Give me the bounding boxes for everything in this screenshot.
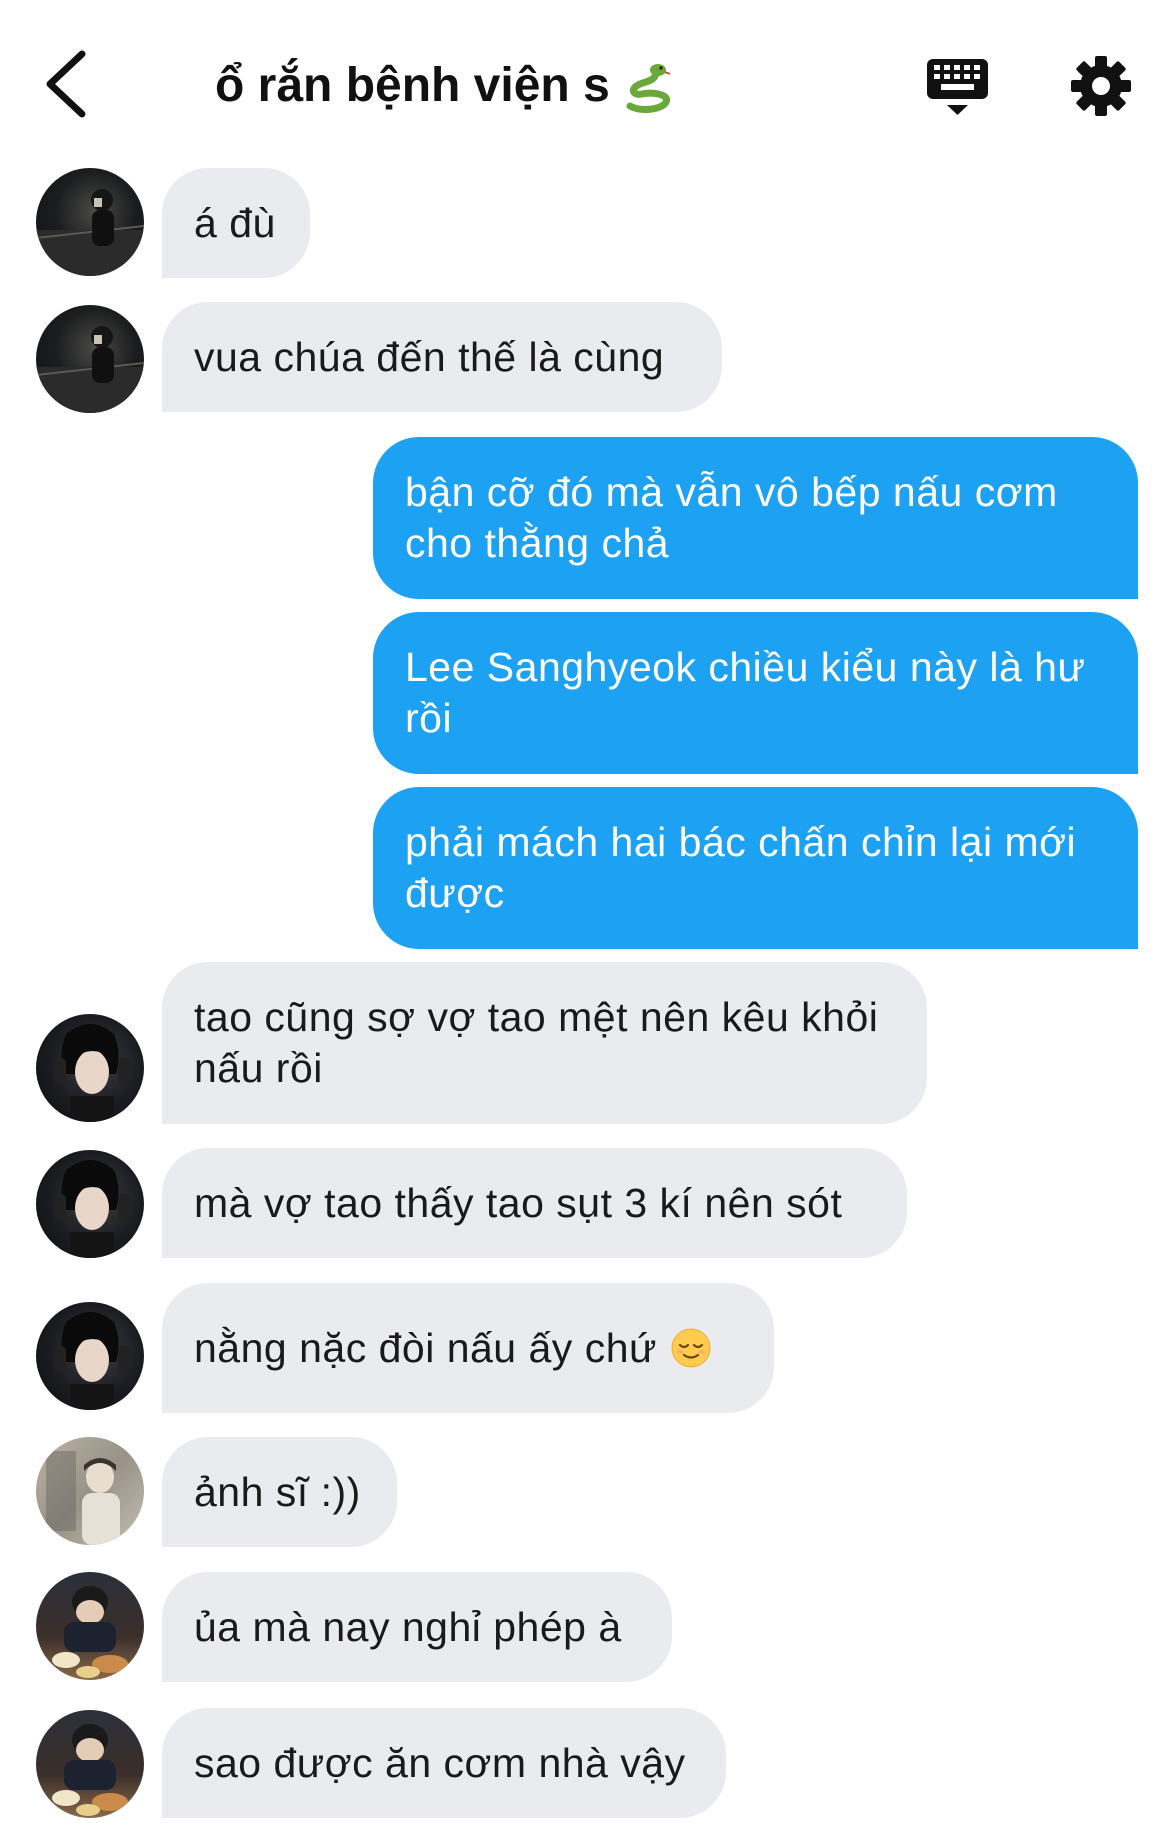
message-text: ủa mà nay nghỉ phép à bbox=[194, 1603, 622, 1650]
avatar[interactable] bbox=[36, 1014, 144, 1122]
avatar[interactable] bbox=[36, 1437, 144, 1545]
message-text: phải mách hai bác chấn chỉn lại mới được bbox=[405, 819, 1077, 916]
chat-header: ổ rắn bệnh viện s bbox=[0, 0, 1170, 150]
chat-screen: ổ rắn bệnh viện s á đù vua chúa đến thế … bbox=[0, 0, 1170, 1823]
message-bubble[interactable]: sao được ăn cơm nhà vậy bbox=[162, 1708, 726, 1818]
snake-icon bbox=[622, 62, 674, 114]
chat-title-text: ổ rắn bệnh viện s bbox=[215, 59, 610, 112]
avatar[interactable] bbox=[36, 1150, 144, 1258]
avatar[interactable] bbox=[36, 305, 144, 413]
message-bubble[interactable]: á đù bbox=[162, 168, 310, 278]
message-bubble-outgoing[interactable]: bận cỡ đó mà vẫn vô bếp nấu cơm cho thằn… bbox=[373, 437, 1138, 599]
message-bubble[interactable]: vua chúa đến thế là cùng bbox=[162, 302, 722, 412]
gear-icon bbox=[1071, 56, 1131, 116]
message-text: sao được ăn cơm nhà vậy bbox=[194, 1739, 686, 1786]
message-bubble[interactable]: ảnh sĩ :)) bbox=[162, 1437, 397, 1547]
message-text: nằng nặc đòi nấu ấy chứ bbox=[194, 1324, 657, 1371]
message-text: á đù bbox=[194, 199, 276, 246]
chevron-left-icon bbox=[46, 50, 86, 118]
back-button[interactable] bbox=[38, 48, 94, 120]
chat-title: ổ rắn bệnh viện s bbox=[215, 58, 674, 114]
message-text: Lee Sanghyeok chiều kiểu này là hư rồi bbox=[405, 644, 1086, 741]
relieved-face-icon bbox=[671, 1328, 711, 1368]
avatar[interactable] bbox=[36, 1572, 144, 1680]
message-text: ảnh sĩ :)) bbox=[194, 1468, 361, 1515]
message-bubble[interactable]: ủa mà nay nghỉ phép à bbox=[162, 1572, 672, 1682]
avatar[interactable] bbox=[36, 1710, 144, 1818]
avatar[interactable] bbox=[36, 168, 144, 276]
message-bubble-outgoing[interactable]: phải mách hai bác chấn chỉn lại mới được bbox=[373, 787, 1138, 949]
message-text: vua chúa đến thế là cùng bbox=[194, 333, 665, 380]
keyboard-icon bbox=[927, 59, 988, 115]
message-text: mà vợ tao thấy tao sụt 3 kí nên sót bbox=[194, 1179, 843, 1226]
message-bubble[interactable]: tao cũng sợ vợ tao mệt nên kêu khỏi nấu … bbox=[162, 962, 927, 1124]
message-bubble-outgoing[interactable]: Lee Sanghyeok chiều kiểu này là hư rồi bbox=[373, 612, 1138, 774]
avatar[interactable] bbox=[36, 1302, 144, 1410]
message-text: bận cỡ đó mà vẫn vô bếp nấu cơm cho thằn… bbox=[405, 469, 1058, 566]
message-bubble[interactable]: mà vợ tao thấy tao sụt 3 kí nên sót bbox=[162, 1148, 907, 1258]
message-bubble[interactable]: nằng nặc đòi nấu ấy chứ bbox=[162, 1283, 774, 1413]
keyboard-toggle-button[interactable] bbox=[925, 55, 990, 120]
message-text: tao cũng sợ vợ tao mệt nên kêu khỏi nấu … bbox=[194, 994, 879, 1091]
settings-button[interactable] bbox=[1070, 55, 1132, 117]
